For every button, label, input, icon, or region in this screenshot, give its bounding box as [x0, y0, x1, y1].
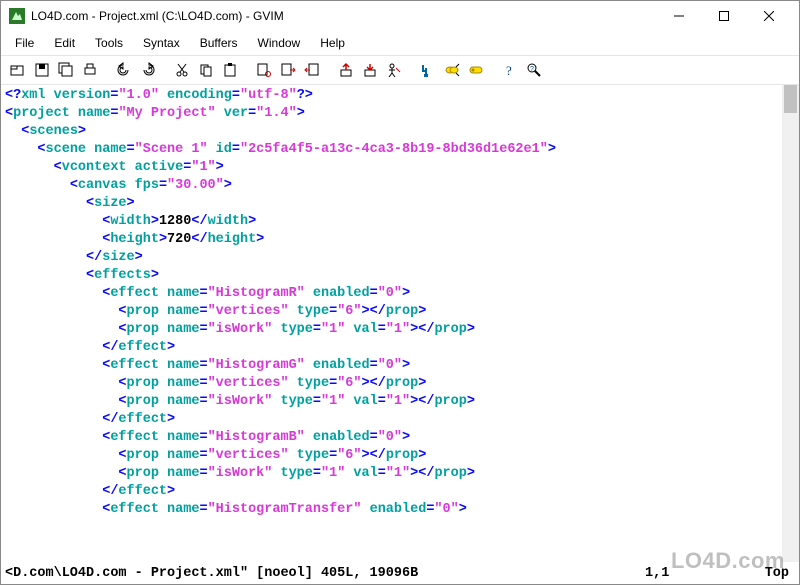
save-file-icon[interactable] [31, 59, 53, 81]
run-script-icon[interactable] [383, 59, 405, 81]
copy-icon[interactable] [195, 59, 217, 81]
undo-icon[interactable] [113, 59, 135, 81]
print-icon[interactable] [79, 59, 101, 81]
paste-icon[interactable] [219, 59, 241, 81]
load-session-icon[interactable] [335, 59, 357, 81]
status-file-info: <D.com\LO4D.com - Project.xml" [noeol] 4… [5, 566, 645, 581]
titlebar: LO4D.com - Project.xml (C:\LO4D.com) - G… [1, 1, 799, 31]
vertical-scrollbar[interactable] [782, 85, 799, 564]
svg-text:?: ? [506, 63, 512, 78]
find-next-icon[interactable] [277, 59, 299, 81]
menu-file[interactable]: File [7, 33, 42, 53]
make-tags-icon[interactable] [441, 59, 463, 81]
redo-icon[interactable] [137, 59, 159, 81]
status-cursor-pos: 1,1 [645, 566, 755, 581]
find-replace-icon[interactable] [253, 59, 275, 81]
tag-jump-icon[interactable] [465, 59, 487, 81]
toolbar: ?? [1, 55, 799, 85]
status-scroll-pos: Top [755, 566, 795, 581]
menu-edit[interactable]: Edit [46, 33, 83, 53]
code-editor[interactable]: <?xml version="1.0" encoding="utf-8"?> <… [1, 85, 782, 564]
editor-area: <?xml version="1.0" encoding="utf-8"?> <… [1, 85, 799, 564]
find-help-icon[interactable]: ? [523, 59, 545, 81]
build-icon[interactable] [417, 59, 439, 81]
menu-help[interactable]: Help [312, 33, 353, 53]
help-icon[interactable]: ? [499, 59, 521, 81]
menu-window[interactable]: Window [250, 33, 309, 53]
window-title: LO4D.com - Project.xml (C:\LO4D.com) - G… [31, 9, 656, 23]
save-session-icon[interactable] [359, 59, 381, 81]
maximize-button[interactable] [701, 2, 746, 30]
menubar: FileEditToolsSyntaxBuffersWindowHelp [1, 31, 799, 55]
statusbar: <D.com\LO4D.com - Project.xml" [noeol] 4… [1, 562, 799, 584]
open-file-icon[interactable] [7, 59, 29, 81]
app-icon [9, 8, 25, 24]
close-button[interactable] [746, 2, 791, 30]
menu-buffers[interactable]: Buffers [192, 33, 246, 53]
window-controls [656, 2, 791, 30]
menu-tools[interactable]: Tools [87, 33, 131, 53]
menu-syntax[interactable]: Syntax [135, 33, 188, 53]
find-prev-icon[interactable] [301, 59, 323, 81]
svg-text:?: ? [530, 66, 534, 73]
save-all-icon[interactable] [55, 59, 77, 81]
minimize-button[interactable] [656, 2, 701, 30]
cut-icon[interactable] [171, 59, 193, 81]
scroll-thumb[interactable] [784, 85, 797, 113]
